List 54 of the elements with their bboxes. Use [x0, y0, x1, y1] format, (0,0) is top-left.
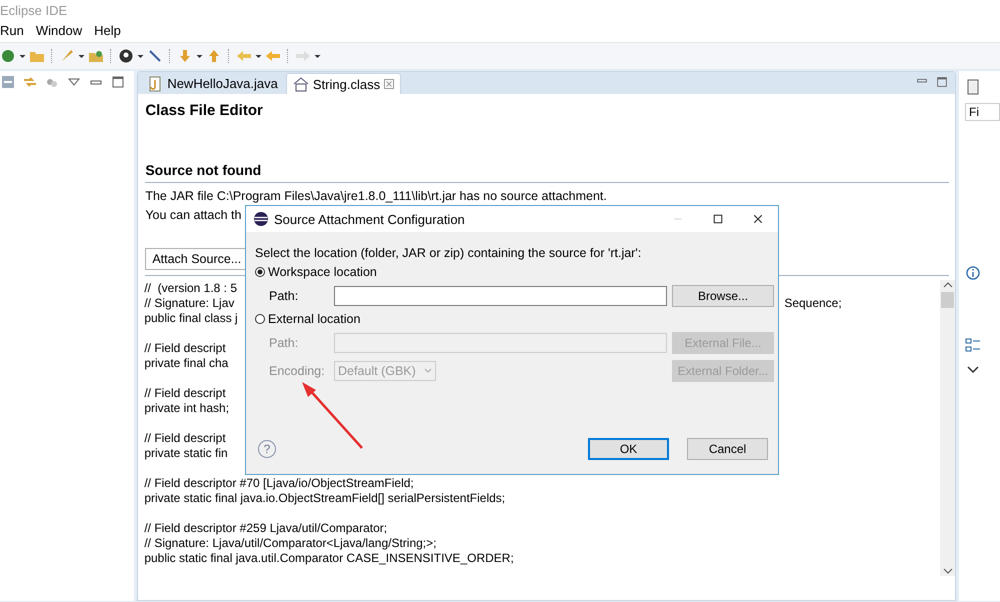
field-label: Encoding: — [269, 364, 325, 378]
field-label: Path: — [269, 336, 298, 350]
editor-tab[interactable]: NewHelloJava.java — [141, 73, 284, 94]
code-line: // Field descript — [144, 386, 226, 401]
arrow — [300, 382, 364, 450]
info-icon[interactable] — [965, 265, 981, 281]
code-line: // Signature: Ljava/util/Comparator<Ljava/lang/String;>; — [144, 536, 436, 551]
scrollbar-thumb[interactable] — [941, 292, 954, 308]
code-line: // Signature: Ljav — [144, 296, 234, 311]
code-line: private final cha — [144, 356, 228, 371]
field-label: Path: — [269, 289, 298, 303]
window-title: Eclipse IDE — [0, 0, 1000, 20]
dialog-button[interactable]: Browse... — [672, 285, 774, 307]
code-line: Sequence; — [784, 296, 842, 311]
message-text: The JAR file C:\Program Files\Java\jre1.8.0_111\lib\rt.jar has no source attachment. — [145, 189, 607, 203]
scrollbar[interactable] — [940, 280, 955, 576]
editor-tab[interactable]: String.class — [286, 73, 402, 94]
prompt-text: Select the location (folder, JAR or zip) containing the source for 'rt.jar': — [255, 246, 642, 260]
code-line: private static final java.io.ObjectStreamField[] serialPersistentFields; — [144, 491, 506, 506]
scroll-down-icon[interactable] — [942, 566, 952, 576]
radio-button[interactable] — [255, 267, 265, 277]
dialog-title: Source Attachment Configuration — [274, 212, 465, 226]
code-line: public final class j — [144, 311, 238, 326]
new-icon[interactable] — [0, 48, 16, 64]
filter-field[interactable]: Fi — [965, 103, 1000, 121]
path-field[interactable] — [334, 286, 667, 306]
menu-item[interactable]: Window — [36, 20, 82, 42]
eclipse-icon[interactable] — [253, 211, 269, 227]
code-line: // Field descript — [144, 341, 226, 356]
code-line: public static final java.util.Comparator CASE_INSENSITIVE_ORDER; — [144, 551, 514, 566]
dialog-button[interactable]: Cancel — [687, 438, 768, 460]
editor-heading: Class File Editor — [145, 102, 263, 119]
code-line: private int hash; — [144, 401, 230, 416]
maximize-icon[interactable] — [712, 213, 724, 225]
close-icon[interactable] — [752, 213, 764, 225]
code-line: // Field descript — [144, 431, 226, 446]
code-line: // Field descriptor #70 [Ljava/io/ObjectStreamField; — [144, 476, 414, 491]
radio-button[interactable] — [255, 314, 265, 324]
help-icon[interactable]: ? — [258, 440, 276, 458]
java-file-icon[interactable] — [147, 76, 164, 92]
message-text: You can attach th — [145, 208, 242, 222]
outline-icon[interactable] — [965, 337, 981, 353]
code-line: private static fin — [144, 446, 228, 461]
path-field[interactable] — [334, 333, 667, 353]
dialog-button[interactable]: OK — [588, 438, 669, 460]
document-icon[interactable] — [965, 79, 981, 95]
menu-item[interactable]: Run — [0, 20, 24, 42]
code-line: // (version 1.8 : 5 — [144, 281, 238, 296]
code-line: // Field descriptor #259 Ljava/util/Comparator; — [144, 521, 388, 536]
section-heading: Source not found — [145, 162, 262, 178]
radio-label[interactable]: External location — [268, 312, 360, 326]
radio-label[interactable]: Workspace location — [268, 265, 377, 279]
scroll-up-icon[interactable] — [942, 280, 952, 290]
menu-item[interactable]: Help — [94, 20, 121, 42]
